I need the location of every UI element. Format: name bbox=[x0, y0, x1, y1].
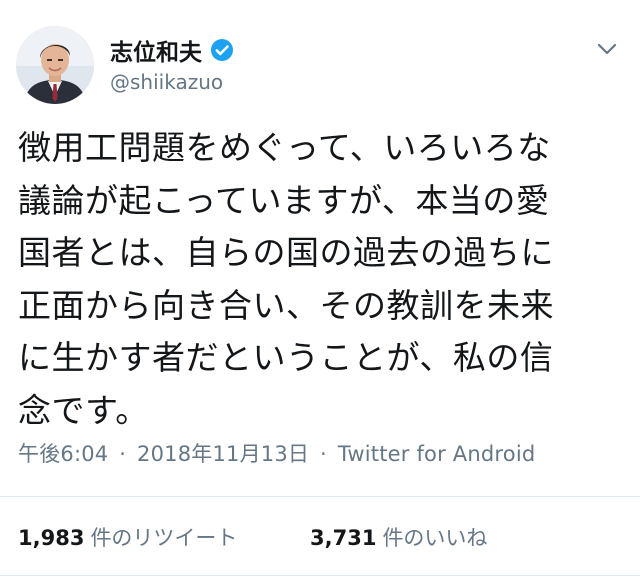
name-row: 志位和夫 bbox=[110, 34, 234, 66]
display-name[interactable]: 志位和夫 bbox=[110, 33, 202, 67]
tweet-time[interactable]: 午後6:04 bbox=[18, 442, 108, 466]
divider bbox=[0, 575, 640, 576]
user-handle[interactable]: @shiikazuo bbox=[110, 70, 223, 94]
avatar-image bbox=[16, 26, 94, 104]
tweet-text-line: 議論が起こっていますが、本当の愛 bbox=[18, 180, 550, 220]
meta-separator: · bbox=[119, 442, 127, 466]
retweets-label: 件のリツイート bbox=[90, 526, 238, 550]
likes-stat[interactable]: 3,731 件のいいね bbox=[310, 522, 487, 552]
tweet-card: 志位和夫 @shiikazuo 徴用工問題をめぐって、いろいろな 議論が起こって… bbox=[0, 0, 640, 580]
tweet-text-line: 徴用工問題をめぐって、いろいろな bbox=[18, 128, 551, 167]
chevron-down-icon[interactable] bbox=[594, 36, 620, 62]
tweet-text-line: に生かす者だということが、私の信 bbox=[18, 338, 554, 378]
tweet-text-line: 念です。 bbox=[18, 390, 149, 430]
tweet-text-line: 国者とは、自らの国の過去の過ちに bbox=[18, 233, 554, 273]
tweet-text-line: 正面から向き合い、その教訓を未来 bbox=[18, 285, 554, 325]
retweets-count: 1,983 bbox=[18, 526, 85, 550]
tweet-meta: 午後6:04 · 2018年11月13日 · Twitter for Andro… bbox=[18, 438, 535, 468]
tweet-text: 徴用工問題をめぐって、いろいろな 議論が起こっていますが、本当の愛 国者とは、自… bbox=[18, 122, 626, 438]
likes-count: 3,731 bbox=[310, 526, 377, 550]
likes-label: 件のいいね bbox=[382, 526, 488, 550]
tweet-stats: 1,983 件のリツイート 3,731 件のいいね bbox=[18, 522, 487, 552]
tweet-source[interactable]: Twitter for Android bbox=[338, 442, 536, 466]
avatar[interactable] bbox=[16, 26, 94, 104]
retweets-stat[interactable]: 1,983 件のリツイート bbox=[18, 522, 237, 552]
verified-badge-icon bbox=[210, 38, 234, 62]
tweet-date[interactable]: 2018年11月13日 bbox=[137, 442, 309, 466]
meta-separator: · bbox=[320, 442, 327, 466]
divider bbox=[0, 496, 640, 497]
